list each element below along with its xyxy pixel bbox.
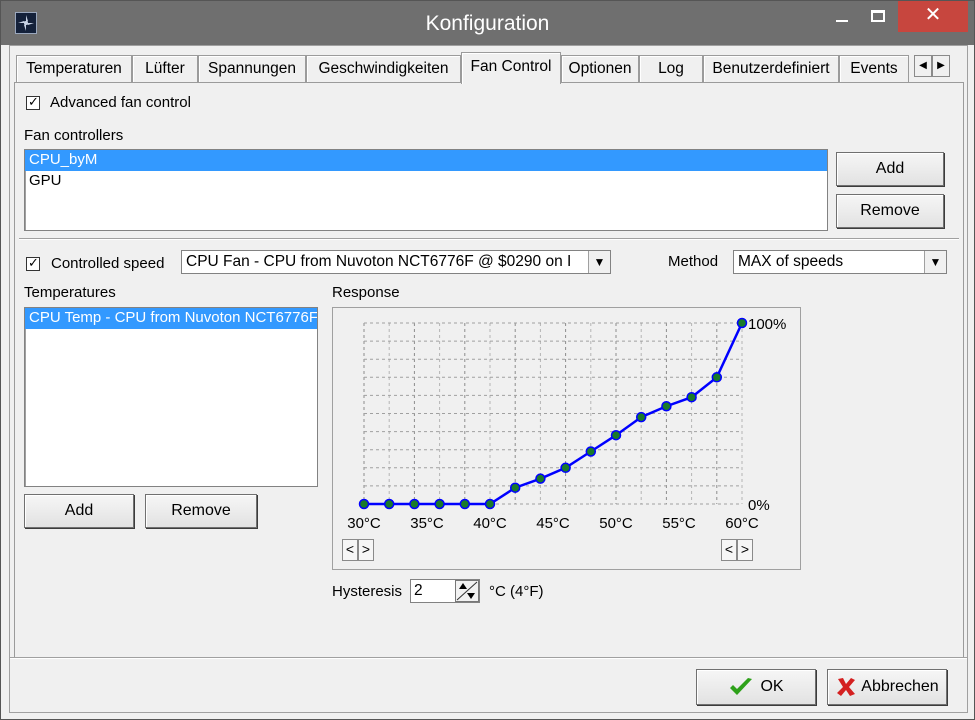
response-curve-point[interactable] [635, 411, 647, 423]
x-tick-label: 60°C [725, 515, 759, 532]
tab-events[interactable]: Events [839, 55, 909, 82]
response-curve-point[interactable] [358, 498, 370, 510]
temperatures-list[interactable]: CPU Temp - CPU from Nuvoton NCT6776F [24, 307, 318, 487]
response-curve-point[interactable] [459, 498, 471, 510]
tab-optionen[interactable]: Optionen [561, 55, 639, 82]
arrow-left-icon: ◀ [919, 60, 927, 71]
x-tick-label: 35°C [410, 515, 444, 532]
tab-fan-control[interactable]: Fan Control [461, 52, 561, 84]
cancel-x-icon [837, 677, 856, 696]
advanced-fan-control-label: Advanced fan control [50, 94, 191, 111]
response-curve-point[interactable] [686, 391, 697, 403]
checkmark-icon: ✓ [28, 255, 39, 270]
tab-spannungen[interactable]: Spannungen [198, 55, 306, 82]
response-label: Response [332, 284, 400, 301]
method-label: Method [668, 253, 719, 270]
controlled-speed-select[interactable]: CPU Fan - CPU from Nuvoton NCT6776F @ $0… [181, 250, 611, 274]
response-curve-point[interactable] [535, 473, 546, 484]
arrow-right-icon: ▶ [937, 60, 945, 71]
cancel-button[interactable]: Abbrechen [827, 669, 947, 705]
hysteresis-value: 2 [414, 582, 423, 599]
response-curve-point[interactable] [434, 498, 445, 510]
tab-geschwindigkeiten[interactable]: Geschwindigkeiten [306, 55, 461, 82]
list-item[interactable]: CPU Temp - CPU from Nuvoton NCT6776F [25, 308, 317, 329]
advanced-fan-control-checkbox[interactable]: ✓ [26, 94, 40, 110]
fan-controllers-label: Fan controllers [24, 127, 124, 144]
ok-label: OK [760, 678, 784, 695]
separator [10, 657, 967, 659]
chevron-down-icon[interactable]: ▼ [924, 251, 946, 273]
x-tick-label: 55°C [662, 515, 696, 532]
y-tick-label: 100% [748, 316, 786, 333]
tab-temperaturen[interactable]: Temperaturen [16, 55, 132, 82]
remove-fan-controller-button[interactable]: Remove [836, 194, 944, 228]
tab-log[interactable]: Log [639, 55, 703, 82]
separator [19, 238, 959, 240]
response-chart[interactable]: 30°C 35°C 40°C 45°C 50°C 55°C 60°C0% 100% [333, 308, 800, 569]
checkmark-icon [730, 677, 753, 695]
controlled-speed-checkbox[interactable]: ✓ [26, 255, 40, 271]
list-item[interactable]: GPU [25, 171, 827, 192]
checkmark-icon: ✓ [28, 94, 39, 109]
tab-scroll-right-button[interactable]: ▶ [932, 55, 950, 77]
response-curve-point[interactable] [383, 498, 395, 510]
y-tick-label: 0% [748, 497, 770, 514]
chart-zoom-right-button[interactable]: > [737, 539, 753, 561]
dialog-client-area: Temperaturen Lüfter Spannungen Geschwind… [9, 45, 968, 713]
hysteresis-label: Hysteresis [332, 583, 403, 600]
method-value: MAX of speeds [738, 253, 844, 270]
response-curve-point[interactable] [409, 498, 420, 510]
close-icon: ✕ [924, 4, 942, 26]
tab-strip: Temperaturen Lüfter Spannungen Geschwind… [14, 52, 964, 84]
tab-scroll-left-button[interactable]: ◀ [914, 55, 932, 77]
response-curve-point[interactable] [484, 498, 496, 510]
title-bar[interactable]: Konfiguration ✕ [1, 1, 974, 45]
method-select[interactable]: MAX of speeds ▼ [733, 250, 947, 274]
x-tick-label: 40°C [473, 515, 507, 532]
controlled-speed-label: Controlled speed [51, 255, 165, 272]
chevron-down-icon[interactable]: ▼ [588, 251, 610, 273]
response-curve-point[interactable] [610, 429, 622, 441]
response-curve-point[interactable] [711, 372, 723, 383]
konfiguration-window: Konfiguration ✕ Temperaturen Lüfter Span… [0, 0, 975, 720]
maximize-button[interactable] [861, 1, 895, 32]
controlled-speed-value: CPU Fan - CPU from Nuvoton NCT6776F @ $0… [186, 253, 572, 270]
response-curve-point[interactable] [661, 401, 672, 412]
add-temperature-button[interactable]: Add [24, 494, 134, 528]
chart-zoom-left-button[interactable]: < [721, 539, 737, 561]
chart-scroll-left-button[interactable]: < [342, 539, 358, 561]
minimize-button[interactable] [827, 1, 857, 32]
temperatures-label: Temperatures [24, 284, 116, 301]
list-item[interactable]: CPU_byM [25, 150, 827, 171]
response-curve-point[interactable] [736, 317, 748, 329]
x-tick-label: 30°C [347, 515, 381, 532]
hysteresis-unit: °C (4°F) [489, 583, 544, 600]
response-chart-box: 30°C 35°C 40°C 45°C 50°C 55°C 60°C 0% 100% < > <… [332, 307, 801, 570]
tab-luefter[interactable]: Lüfter [132, 55, 198, 82]
response-curve-point[interactable] [509, 482, 521, 493]
close-button[interactable]: ✕ [898, 1, 968, 32]
fan-controllers-list[interactable]: CPU_byM GPU [24, 149, 828, 231]
hysteresis-spinner[interactable] [455, 580, 479, 602]
remove-temperature-button[interactable]: Remove [145, 494, 257, 528]
chart-scroll-right-button[interactable]: > [358, 539, 374, 561]
minimize-icon [836, 20, 848, 22]
maximize-icon [871, 10, 885, 22]
tab-benutzerdefiniert[interactable]: Benutzerdefiniert [703, 55, 839, 82]
response-curve-point[interactable] [585, 446, 597, 457]
ok-button[interactable]: OK [696, 669, 816, 705]
x-tick-label: 45°C [536, 515, 570, 532]
response-curve-point[interactable] [560, 462, 571, 474]
add-fan-controller-button[interactable]: Add [836, 152, 944, 186]
up-down-arrows-icon [456, 581, 478, 601]
x-tick-label: 50°C [599, 515, 633, 532]
cancel-label: Abbrechen [861, 678, 939, 695]
